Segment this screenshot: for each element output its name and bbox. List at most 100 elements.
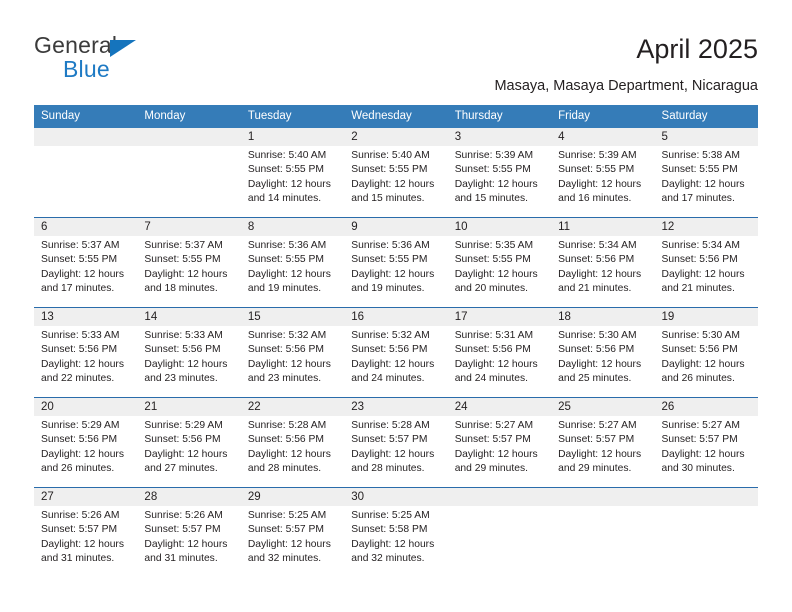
sunrise-text: Sunrise: 5:34 AM [558,240,637,251]
page-title: April 2025 [636,34,758,64]
sunrise-text: Sunrise: 5:37 AM [144,240,223,251]
sunset-text: Sunset: 5:55 PM [144,254,221,266]
daylight-text-line1: Daylight: 12 hours [454,358,538,370]
weekday-header-row: Sunday Monday Tuesday Wednesday Thursday… [34,105,758,128]
day-cell[interactable] [447,488,552,577]
daylight-text-line2: and 15 minutes. [351,193,425,205]
day-details: Sunrise: 5:32 AM Sunset: 5:56 PM Dayligh… [241,326,344,387]
calendar-week-row: 1 Sunrise: 5:40 AM Sunset: 5:55 PM Dayli… [34,128,758,217]
daylight-text-line1: Daylight: 12 hours [41,448,124,460]
sunset-text: Sunset: 5:57 PM [661,434,738,446]
daylight-text-line2: and 18 minutes. [144,283,218,295]
day-cell[interactable]: 6 Sunrise: 5:37 AM Sunset: 5:55 PM Dayli… [34,218,138,307]
sunrise-text: Sunrise: 5:33 AM [144,330,223,341]
day-details: Sunrise: 5:35 AM Sunset: 5:55 PM Dayligh… [448,236,551,297]
daylight-text-line2: and 20 minutes. [454,283,528,295]
day-number: 12 [654,218,758,236]
daylight-text-line1: Daylight: 12 hours [247,538,331,550]
daylight-text-line2: and 24 minutes. [454,373,528,385]
day-number: 7 [137,218,241,236]
day-cell[interactable]: 9 Sunrise: 5:36 AM Sunset: 5:55 PM Dayli… [344,218,448,307]
day-cell[interactable]: 24 Sunrise: 5:27 AM Sunset: 5:57 PM Dayl… [447,398,552,487]
page-subtitle-location: Masaya, Masaya Department, Nicaragua [494,78,758,94]
daylight-text-line2: and 32 minutes. [247,553,322,565]
sunset-text: Sunset: 5:57 PM [41,524,118,536]
day-cell[interactable] [137,128,241,217]
day-cell[interactable]: 27 Sunrise: 5:26 AM Sunset: 5:57 PM Dayl… [34,488,138,577]
day-cell[interactable]: 23 Sunrise: 5:28 AM Sunset: 5:57 PM Dayl… [344,398,448,487]
day-cell[interactable]: 3 Sunrise: 5:39 AM Sunset: 5:55 PM Dayli… [447,128,552,217]
sunset-text: Sunset: 5:56 PM [144,344,221,356]
day-number [447,488,552,506]
sunset-text: Sunset: 5:55 PM [41,254,118,266]
day-details: Sunrise: 5:32 AM Sunset: 5:56 PM Dayligh… [344,326,447,387]
day-cell[interactable]: 10 Sunrise: 5:35 AM Sunset: 5:55 PM Dayl… [447,218,552,307]
daylight-text-line2: and 31 minutes. [144,553,218,565]
sunset-text: Sunset: 5:55 PM [454,164,531,176]
day-cell[interactable]: 25 Sunrise: 5:27 AM Sunset: 5:57 PM Dayl… [551,398,655,487]
day-number: 24 [447,398,552,416]
day-cell[interactable]: 16 Sunrise: 5:32 AM Sunset: 5:56 PM Dayl… [344,308,448,397]
day-cell[interactable]: 5 Sunrise: 5:38 AM Sunset: 5:55 PM Dayli… [654,128,758,217]
day-cell[interactable]: 7 Sunrise: 5:37 AM Sunset: 5:55 PM Dayli… [137,218,241,307]
day-details: Sunrise: 5:33 AM Sunset: 5:56 PM Dayligh… [34,326,137,387]
daylight-text-line2: and 17 minutes. [661,193,735,205]
daylight-text-line2: and 30 minutes. [661,463,735,475]
day-details: Sunrise: 5:26 AM Sunset: 5:57 PM Dayligh… [34,506,137,567]
day-number: 18 [551,308,655,326]
day-cell[interactable]: 29 Sunrise: 5:25 AM Sunset: 5:57 PM Dayl… [240,488,345,577]
day-cell[interactable]: 11 Sunrise: 5:34 AM Sunset: 5:56 PM Dayl… [551,218,655,307]
day-details: Sunrise: 5:34 AM Sunset: 5:56 PM Dayligh… [551,236,654,297]
day-cell[interactable]: 20 Sunrise: 5:29 AM Sunset: 5:56 PM Dayl… [34,398,138,487]
daylight-text-line1: Daylight: 12 hours [144,538,228,550]
daylight-text-line2: and 31 minutes. [41,553,115,565]
daylight-text-line2: and 17 minutes. [41,283,115,295]
day-cell[interactable] [654,488,758,577]
sunrise-text: Sunrise: 5:29 AM [144,420,223,431]
sunrise-text: Sunrise: 5:25 AM [247,510,327,521]
day-number [137,128,241,146]
day-cell[interactable]: 15 Sunrise: 5:32 AM Sunset: 5:56 PM Dayl… [240,308,345,397]
day-cell[interactable]: 13 Sunrise: 5:33 AM Sunset: 5:56 PM Dayl… [34,308,138,397]
day-cell[interactable]: 21 Sunrise: 5:29 AM Sunset: 5:56 PM Dayl… [137,398,241,487]
day-details: Sunrise: 5:30 AM Sunset: 5:56 PM Dayligh… [655,326,758,387]
sunset-text: Sunset: 5:55 PM [247,164,324,176]
calendar-week-row: 13 Sunrise: 5:33 AM Sunset: 5:56 PM Dayl… [34,307,758,397]
day-cell[interactable]: 14 Sunrise: 5:33 AM Sunset: 5:56 PM Dayl… [137,308,241,397]
daylight-text-line2: and 26 minutes. [41,463,115,475]
day-cell[interactable]: 2 Sunrise: 5:40 AM Sunset: 5:55 PM Dayli… [344,128,448,217]
day-details: Sunrise: 5:39 AM Sunset: 5:55 PM Dayligh… [448,146,551,207]
day-number [654,488,758,506]
daylight-text-line2: and 28 minutes. [247,463,322,475]
sunset-text: Sunset: 5:56 PM [661,344,738,356]
day-cell[interactable]: 4 Sunrise: 5:39 AM Sunset: 5:55 PM Dayli… [551,128,655,217]
day-number: 14 [137,308,241,326]
day-details: Sunrise: 5:27 AM Sunset: 5:57 PM Dayligh… [551,416,654,477]
day-cell[interactable]: 19 Sunrise: 5:30 AM Sunset: 5:56 PM Dayl… [654,308,758,397]
day-cell[interactable]: 1 Sunrise: 5:40 AM Sunset: 5:55 PM Dayli… [240,128,345,217]
daylight-text-line1: Daylight: 12 hours [351,358,435,370]
day-details: Sunrise: 5:37 AM Sunset: 5:55 PM Dayligh… [34,236,137,297]
day-cell[interactable]: 30 Sunrise: 5:25 AM Sunset: 5:58 PM Dayl… [344,488,448,577]
day-cell[interactable]: 26 Sunrise: 5:27 AM Sunset: 5:57 PM Dayl… [654,398,758,487]
day-cell[interactable]: 28 Sunrise: 5:26 AM Sunset: 5:57 PM Dayl… [137,488,241,577]
logo-text-general: General [34,32,118,58]
day-details: Sunrise: 5:30 AM Sunset: 5:56 PM Dayligh… [551,326,654,387]
day-cell[interactable]: 8 Sunrise: 5:36 AM Sunset: 5:55 PM Dayli… [240,218,345,307]
day-cell[interactable]: 18 Sunrise: 5:30 AM Sunset: 5:56 PM Dayl… [551,308,655,397]
day-cell[interactable]: 22 Sunrise: 5:28 AM Sunset: 5:56 PM Dayl… [240,398,345,487]
daylight-text-line2: and 24 minutes. [351,373,425,385]
daylight-text-line1: Daylight: 12 hours [558,268,642,280]
day-cell[interactable]: 12 Sunrise: 5:34 AM Sunset: 5:56 PM Dayl… [654,218,758,307]
page-header: General Blue April 2025 Masaya, Masaya D… [0,0,792,100]
sunrise-text: Sunrise: 5:35 AM [454,240,534,251]
sunset-text: Sunset: 5:55 PM [661,164,738,176]
generalblue-logo[interactable]: General Blue [34,32,214,82]
daylight-text-line2: and 22 minutes. [41,373,115,385]
day-cell[interactable]: 17 Sunrise: 5:31 AM Sunset: 5:56 PM Dayl… [447,308,552,397]
day-cell[interactable] [551,488,655,577]
day-cell[interactable] [34,128,138,217]
daylight-text-line1: Daylight: 12 hours [144,358,228,370]
day-details: Sunrise: 5:26 AM Sunset: 5:57 PM Dayligh… [137,506,240,567]
weekday-header-thursday: Thursday [454,110,503,122]
